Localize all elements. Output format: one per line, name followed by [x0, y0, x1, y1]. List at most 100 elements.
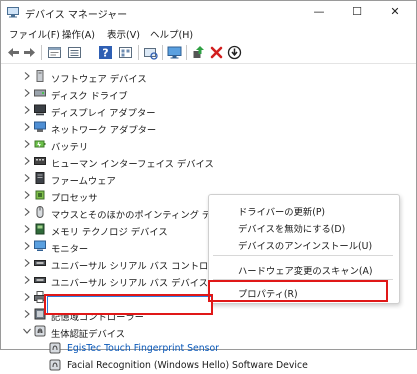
help-icon[interactable]: ? — [98, 45, 113, 60]
chevron-right-icon[interactable] — [22, 105, 32, 115]
maximize-button[interactable]: ☐ — [339, 1, 375, 23]
tree-category-biometric[interactable]: 生体認証デバイス — [1, 323, 241, 340]
monitor-icon — [34, 240, 46, 251]
chevron-right-icon[interactable] — [22, 190, 32, 200]
processor-icon — [35, 190, 45, 200]
tree-category-disk-drive[interactable]: ディスク ドライブ — [1, 85, 241, 102]
battery-icon — [34, 140, 46, 148]
tree-category-label: バッテリ — [51, 142, 89, 153]
toolbar: ? — [1, 42, 416, 64]
mouse-icon — [36, 206, 44, 218]
tree-category-display-adapter[interactable]: ディスプレイ アダプター — [1, 102, 241, 119]
usb-controller-icon — [34, 260, 46, 266]
scan-hardware-menu-item[interactable]: ハードウェア変更のスキャン(A) — [238, 263, 372, 277]
disk-drive-icon — [34, 89, 46, 97]
toolbar-separator — [41, 45, 42, 60]
tree-device-facial-recognition[interactable]: Facial Recognition (Windows Hello) Softw… — [1, 357, 308, 374]
tree-category-label: ネットワーク アダプター — [51, 125, 157, 136]
chevron-down-icon[interactable] — [22, 326, 32, 336]
biometric-device-icon — [49, 359, 61, 371]
hid-icon — [34, 157, 46, 165]
biometric-icon — [34, 325, 46, 337]
chevron-right-icon[interactable] — [22, 156, 32, 166]
firmware-icon — [35, 172, 45, 184]
chevron-right-icon[interactable] — [22, 139, 32, 149]
tree-category-label: モニター — [51, 244, 89, 255]
close-icon: ✕ — [390, 5, 400, 18]
menu-view[interactable]: 表示(V) — [107, 27, 140, 41]
tree-category-network-adapter[interactable]: ネットワーク アダプター — [1, 119, 241, 136]
tree-device-label: Facial Recognition (Windows Hello) Softw… — [67, 360, 308, 371]
chevron-right-icon[interactable] — [22, 309, 32, 319]
tree-category-mouse[interactable]: マウスとそのほかのポインティング デバイス — [1, 204, 241, 221]
tree-category-label: 生体認証デバイス — [51, 329, 126, 340]
tree-category-label: ディスク ドライブ — [51, 91, 128, 102]
tree-category-software-device[interactable]: ソフトウェア デバイス — [1, 68, 241, 85]
tree-category-usb-controller[interactable]: ユニバーサル シリアル バス コントローラー — [1, 255, 241, 272]
disable-device-menu-item[interactable]: デバイスを無効にする(D) — [238, 221, 345, 235]
chevron-right-icon[interactable] — [22, 173, 32, 183]
chevron-right-icon[interactable] — [22, 88, 32, 98]
tree-category-label: ディスプレイ アダプター — [51, 108, 156, 119]
tree-category-monitor[interactable]: モニター — [1, 238, 241, 255]
chevron-right-icon[interactable] — [22, 207, 32, 217]
chevron-right-icon[interactable] — [22, 258, 32, 268]
minimize-button[interactable]: — — [301, 1, 337, 23]
disable-device-icon[interactable] — [227, 45, 242, 60]
software-device-icon — [36, 70, 44, 82]
update-driver-icon[interactable] — [191, 45, 206, 60]
tree-category-hid[interactable]: ヒューマン インターフェイス デバイス — [1, 153, 241, 170]
title-bar: デバイス マネージャー — ☐ ✕ — [1, 1, 416, 24]
network-adapter-icon — [34, 121, 46, 132]
menu-file[interactable]: ファイル(F) — [9, 27, 60, 41]
menu-separator — [213, 255, 393, 256]
view-icon[interactable] — [118, 45, 133, 60]
tree-category-label: プロセッサ — [51, 193, 98, 204]
menu-action[interactable]: 操作(A) — [62, 27, 95, 41]
minimize-icon: — — [313, 5, 325, 18]
chevron-right-icon[interactable] — [22, 292, 32, 302]
uninstall-device-menu-item[interactable]: デバイスのアンインストール(U) — [238, 238, 372, 252]
chevron-right-icon[interactable] — [22, 71, 32, 81]
svg-text:?: ? — [102, 47, 108, 60]
toolbar-separator — [138, 45, 139, 60]
properties-highlight-box — [208, 280, 388, 302]
chevron-right-icon[interactable] — [22, 122, 32, 132]
scan-hardware-icon[interactable] — [143, 45, 158, 60]
memory-icon — [35, 223, 45, 235]
monitor-icon[interactable] — [167, 45, 182, 60]
show-hidden-icon[interactable] — [67, 45, 82, 60]
tree-device-fingerprint-sensor[interactable]: EgisTec Touch Fingerprint Sensor — [1, 340, 241, 357]
properties-icon[interactable] — [47, 45, 62, 60]
window-title: デバイス マネージャー — [25, 10, 128, 21]
usb-device-icon — [34, 277, 46, 283]
tree-category-label: ユニバーサル シリアル バス デバイス — [51, 278, 209, 289]
tree-category-usb-device[interactable]: ユニバーサル シリアル バス デバイス — [1, 272, 241, 289]
tree-category-label: ヒューマン インターフェイス デバイス — [51, 159, 214, 170]
tree-category-label: ファームウェア — [51, 176, 116, 187]
biometric-device-icon — [49, 342, 61, 354]
menu-help[interactable]: ヘルプ(H) — [150, 27, 193, 41]
chevron-right-icon[interactable] — [22, 224, 32, 234]
toolbar-separator — [186, 45, 187, 60]
chevron-right-icon[interactable] — [22, 275, 32, 285]
uninstall-device-icon[interactable] — [209, 45, 224, 60]
tree-device-label: EgisTec Touch Fingerprint Sensor — [67, 343, 219, 354]
display-adapter-icon — [34, 104, 46, 116]
forward-arrow-icon[interactable] — [22, 45, 37, 60]
tree-category-label: メモリ テクノロジ デバイス — [51, 227, 168, 238]
device-manager-app-icon — [7, 7, 19, 18]
fingerprint-sensor-highlight-box — [44, 294, 213, 315]
chevron-right-icon[interactable] — [22, 241, 32, 251]
menu-bar: ファイル(F) 操作(A) 表示(V) ヘルプ(H) — [1, 24, 416, 41]
tree-category-processor[interactable]: プロセッサ — [1, 187, 241, 204]
tree-category-firmware[interactable]: ファームウェア — [1, 170, 241, 187]
toolbar-separator — [162, 45, 163, 60]
update-driver-menu-item[interactable]: ドライバーの更新(P) — [238, 204, 325, 218]
maximize-icon: ☐ — [352, 5, 362, 18]
tree-category-battery[interactable]: バッテリ — [1, 136, 241, 153]
tree-category-label: ソフトウェア デバイス — [51, 74, 147, 85]
back-arrow-icon[interactable] — [6, 45, 21, 60]
tree-category-memory-technology[interactable]: メモリ テクノロジ デバイス — [1, 221, 241, 238]
close-button[interactable]: ✕ — [377, 1, 413, 23]
